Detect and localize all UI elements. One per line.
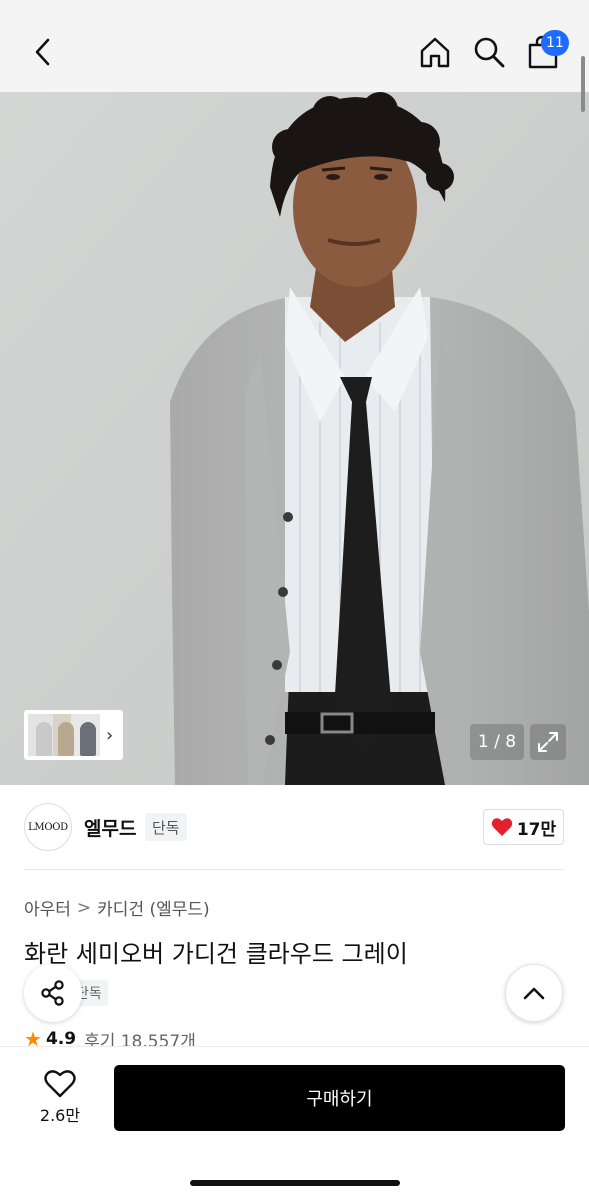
image-counter: 1 / 8 <box>470 724 524 760</box>
cart-count-badge: 11 <box>541 30 569 56</box>
brand-like-button[interactable]: 17만 <box>483 809 564 845</box>
scrollbar[interactable] <box>581 56 585 112</box>
wishlist-button[interactable]: 2.6만 <box>24 1064 96 1132</box>
home-indicator <box>190 1180 400 1186</box>
brand-logo[interactable]: LMOOD <box>24 803 72 851</box>
expand-icon <box>538 732 558 752</box>
breadcrumb-item-cardigan[interactable]: 카디건 (엘무드) <box>97 895 210 920</box>
heart-filled-icon <box>491 818 513 836</box>
breadcrumb-item-outer[interactable]: 아우터 <box>24 895 71 920</box>
product-title: 화란 세미오버 가디건 클라우드 그레이 <box>24 940 408 968</box>
scroll-to-top-button[interactable] <box>505 964 563 1022</box>
thumbnail-image <box>28 714 100 756</box>
share-icon <box>41 980 64 1006</box>
home-icon <box>420 37 450 68</box>
expand-image-button[interactable] <box>530 724 566 760</box>
search-button[interactable] <box>469 30 509 74</box>
thumbnail-strip[interactable]: › <box>24 710 123 760</box>
exclusive-badge: 단독 <box>145 813 187 841</box>
share-button[interactable] <box>24 964 82 1022</box>
back-button[interactable] <box>26 30 60 74</box>
buy-button[interactable]: 구매하기 <box>114 1065 565 1131</box>
brand-like-count: 17만 <box>516 819 557 840</box>
breadcrumb-separator: > <box>76 897 92 918</box>
home-button[interactable] <box>415 30 455 74</box>
thumbnail-arrow-icon: › <box>106 724 114 746</box>
brand-name[interactable]: 엘무드 <box>84 814 136 841</box>
wishlist-count: 2.6만 <box>39 1106 81 1125</box>
breadcrumb: 아우터 > 카디건 (엘무드) <box>24 895 210 921</box>
brand-row: LMOOD 엘무드 단독 17만 <box>0 785 589 869</box>
top-navigation-bar: 11 <box>0 0 589 92</box>
divider <box>24 869 565 870</box>
model-photo <box>0 92 589 785</box>
search-icon <box>474 37 505 68</box>
product-image[interactable] <box>0 92 589 785</box>
heart-outline-icon <box>44 1070 76 1098</box>
chevron-left-icon <box>35 38 50 66</box>
chevron-up-icon <box>523 987 545 1000</box>
